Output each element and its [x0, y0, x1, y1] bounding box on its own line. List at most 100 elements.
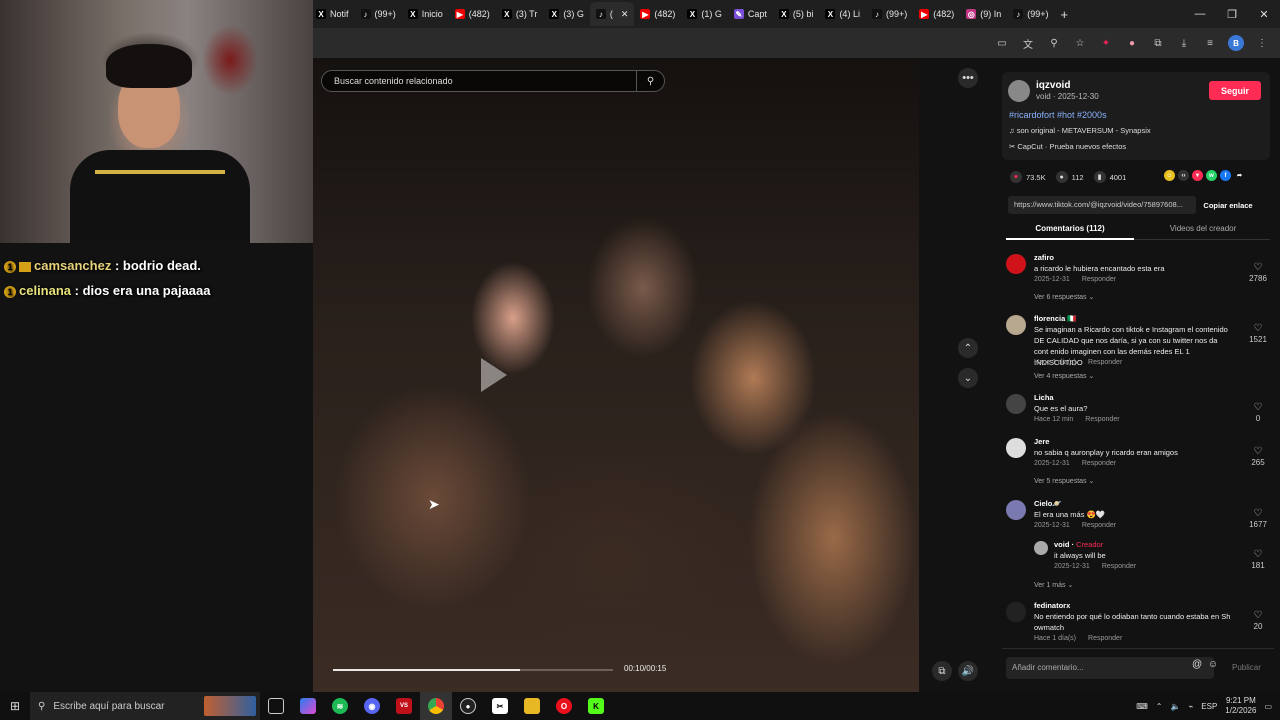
browser-menu-icon[interactable]: ⋮	[1254, 35, 1270, 51]
emoji-icon[interactable]: ☺	[1208, 659, 1218, 670]
browser-tab[interactable]: ♪(✕	[589, 2, 635, 26]
follow-button[interactable]: Seguir	[1209, 81, 1261, 100]
comment-button[interactable]: ● 112	[1055, 171, 1084, 183]
author-avatar[interactable]	[1008, 80, 1030, 102]
restore-button[interactable]: ❐	[1216, 0, 1248, 28]
tab-creator-videos[interactable]: Videos del creador	[1136, 222, 1270, 233]
windows-start-icon[interactable]: ⊞	[0, 692, 30, 720]
commenter-name[interactable]: Licha	[1034, 392, 1054, 403]
volume-tray-icon[interactable]: 🔈	[1170, 702, 1180, 711]
commenter-name[interactable]: zafiro	[1034, 252, 1054, 263]
comment-like-button[interactable]: ♡ 20	[1246, 610, 1270, 632]
video-player[interactable]: Buscar contenido relacionado ⚲ ➤ 00:10/0…	[313, 58, 919, 692]
kick-icon[interactable]: K	[580, 692, 612, 720]
close-tab-icon[interactable]: ✕	[621, 9, 629, 20]
keyboard-icon[interactable]: ⌨	[1136, 702, 1148, 711]
browser-tab[interactable]: X (3) G	[543, 2, 590, 26]
comment-input[interactable]: Añadir comentario...	[1006, 657, 1214, 679]
author-name[interactable]: iqzvoid	[1036, 80, 1070, 91]
effect-link[interactable]: ✂ CapCut · Prueba nuevos efectos	[1009, 142, 1126, 151]
mention-icon[interactable]: @	[1192, 659, 1202, 670]
commenter-avatar[interactable]	[1006, 394, 1026, 414]
commenter-name[interactable]: florencia 🇮🇹	[1034, 313, 1077, 324]
embed-icon[interactable]: ‹›	[1178, 170, 1189, 181]
minimize-button[interactable]: —	[1184, 0, 1216, 28]
comment-like-button[interactable]: ♡ 1677	[1246, 508, 1270, 530]
extension-icon[interactable]: ✦	[1098, 35, 1114, 51]
view-replies-button[interactable]: Ver 6 respuestas ⌄	[1034, 292, 1094, 303]
next-video-button[interactable]: ⌄	[958, 368, 978, 388]
commenter-avatar[interactable]	[1006, 602, 1026, 622]
commenter-avatar[interactable]	[1006, 438, 1026, 458]
video-progress-bar[interactable]	[333, 669, 613, 671]
whatsapp-icon[interactable]: w	[1206, 170, 1217, 181]
publish-button[interactable]: Publicar	[1232, 663, 1261, 672]
reply-button[interactable]: Responder	[1102, 563, 1136, 570]
commenter-avatar[interactable]	[1006, 254, 1026, 274]
reply-button[interactable]: Responder	[1082, 276, 1116, 283]
reading-list-icon[interactable]: ≡	[1202, 35, 1218, 51]
related-search-input[interactable]: Buscar contenido relacionado ⚲	[321, 70, 665, 92]
like-button[interactable]: ♥ 73.5K	[1010, 171, 1046, 183]
copy-link-button[interactable]: Copiar enlace	[1198, 196, 1258, 214]
view-more-replies-button[interactable]: Ver 1 más ⌄	[1034, 580, 1073, 591]
browser-tab[interactable]: X (1) G	[681, 2, 728, 26]
hashtags[interactable]: #ricardofort #hot #2000s	[1009, 110, 1107, 120]
share-arrow-icon[interactable]: ➦	[1234, 170, 1245, 181]
cast-icon[interactable]: ▭	[994, 35, 1010, 51]
sound-link[interactable]: ♫ son original - METAVERSUM - Synapsix	[1009, 126, 1151, 135]
comment-like-button[interactable]: ♡ 0	[1246, 402, 1270, 424]
comment-like-button[interactable]: ♡ 265	[1246, 446, 1270, 468]
browser-tab[interactable]: X (3) Tr	[496, 2, 544, 26]
search-icon[interactable]: ⚲	[636, 71, 664, 91]
tab-comments[interactable]: Comentarios (112)	[1006, 222, 1134, 240]
pip-icon[interactable]: ⧉	[932, 661, 952, 681]
extension-icon-2[interactable]: ●	[1124, 35, 1140, 51]
notification-icon[interactable]: ▭	[1264, 702, 1272, 711]
bookmark-star-icon[interactable]: ☆	[1072, 35, 1088, 51]
clock[interactable]: 9:21 PM 1/2/2026	[1225, 696, 1256, 716]
reply-button[interactable]: Responder	[1082, 522, 1116, 529]
browser-tab[interactable]: ♪ (99+)	[355, 2, 402, 26]
commenter-avatar[interactable]	[1006, 500, 1026, 520]
volume-icon[interactable]: 🔊	[958, 661, 978, 681]
video-url-field[interactable]: https://www.tiktok.com/@iqzvoid/video/75…	[1008, 196, 1196, 214]
profile-avatar[interactable]: B	[1228, 35, 1244, 51]
opera-icon[interactable]: O	[548, 692, 580, 720]
reply-button[interactable]: Responder	[1088, 359, 1122, 366]
browser-tab[interactable]: X Notif	[310, 2, 355, 26]
creator-avatar[interactable]	[1034, 541, 1048, 555]
file-explorer-icon[interactable]	[516, 692, 548, 720]
creator-reply-author[interactable]: void · Creador	[1054, 539, 1103, 550]
translate-icon[interactable]: 文	[1020, 35, 1036, 51]
copilot-icon[interactable]	[292, 692, 324, 720]
commenter-avatar[interactable]	[1006, 315, 1026, 335]
browser-tab[interactable]: ▶ (482)	[449, 2, 496, 26]
browser-tab[interactable]: X (5) bi	[773, 2, 820, 26]
save-button[interactable]: ▮ 4001	[1093, 171, 1126, 183]
tray-expand-icon[interactable]: ⌃	[1156, 702, 1163, 711]
commenter-name[interactable]: fedinatorx	[1034, 600, 1070, 611]
new-tab-button[interactable]: +	[1061, 7, 1069, 22]
view-replies-button[interactable]: Ver 5 respuestas ⌄	[1034, 476, 1094, 487]
chrome-icon[interactable]	[420, 692, 452, 720]
emoji-share-icon[interactable]: ☺	[1164, 170, 1175, 181]
send-icon[interactable]: ▼	[1192, 170, 1203, 181]
browser-tab[interactable]: X Inicio	[402, 2, 449, 26]
browser-tab[interactable]: X (4) Li	[819, 2, 866, 26]
browser-tab[interactable]: ◎ (9) In	[960, 2, 1007, 26]
previous-video-button[interactable]: ⌃	[958, 338, 978, 358]
commenter-name[interactable]: Cielo🪐	[1034, 498, 1062, 509]
zoom-icon[interactable]: ⚲	[1046, 35, 1062, 51]
browser-tab[interactable]: ▶ (482)	[634, 2, 681, 26]
close-window-button[interactable]: ✕	[1248, 0, 1280, 28]
app-icon-red[interactable]: VS	[388, 692, 420, 720]
network-icon[interactable]: ⌁	[1188, 702, 1193, 711]
more-options-icon[interactable]: •••	[958, 68, 978, 88]
reply-button[interactable]: Responder	[1088, 635, 1122, 642]
browser-tab[interactable]: ♪ (99+)	[1007, 2, 1054, 26]
browser-tab[interactable]: ▶ (482)	[913, 2, 960, 26]
capcut-taskbar-icon[interactable]: ✂	[484, 692, 516, 720]
task-view-icon[interactable]	[260, 692, 292, 720]
obs-icon[interactable]: ●	[452, 692, 484, 720]
